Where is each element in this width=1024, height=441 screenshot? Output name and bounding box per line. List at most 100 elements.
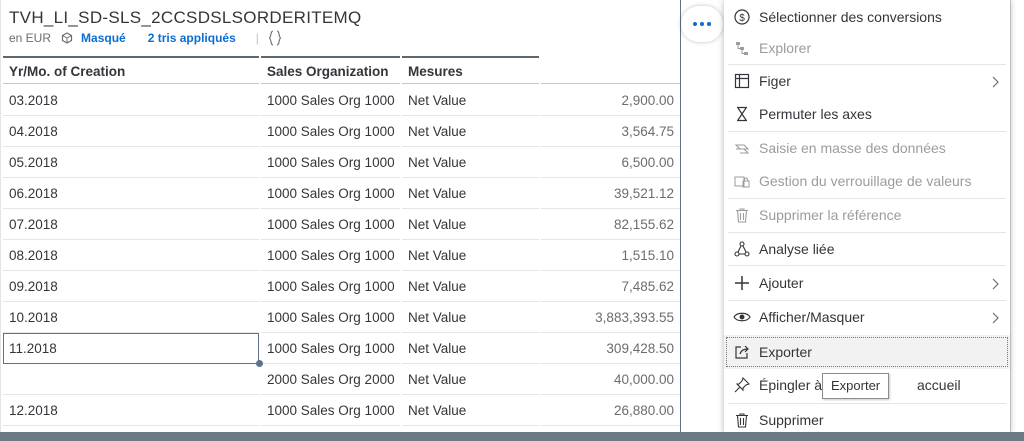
menu-item-select-conversions[interactable]: $ Sélectionner des conversions	[724, 0, 1010, 34]
chevron-right-icon	[990, 277, 1000, 290]
cell-measure[interactable]: Net Value	[402, 302, 539, 333]
cell-date[interactable]	[3, 364, 259, 395]
cell-value[interactable]: 82,155.62	[541, 209, 680, 240]
cell-date[interactable]: 03.2018	[3, 85, 259, 116]
cell-measure[interactable]: Net Value	[402, 147, 539, 178]
dollar-circle-icon: $	[733, 8, 751, 26]
linked-analysis-icon	[733, 240, 751, 258]
cell-measure[interactable]: Net Value	[402, 333, 539, 364]
cell-date[interactable]: 07.2018	[3, 209, 259, 240]
dot-icon	[707, 22, 711, 26]
background-panel	[1010, 0, 1024, 441]
menu-item-remove-reference[interactable]: Supprimer la référence	[724, 198, 1010, 232]
cell-measure[interactable]: Net Value	[402, 271, 539, 302]
table-row: 07.2018 1000 Sales Org 1000 Net Value 82,15…	[1, 209, 680, 240]
trash-icon	[733, 206, 751, 224]
cell-value[interactable]: 3,883,393.55	[541, 302, 680, 333]
menu-item-label: Figer	[759, 73, 791, 89]
cell-sales-org[interactable]: 2000 Sales Org 2000	[261, 364, 400, 395]
eye-icon	[733, 308, 751, 326]
menu-item-label: Afficher/Masquer	[759, 309, 865, 325]
widget-title: TVH_LI_SD-SLS_2CCSDSLSORDERITEMQ	[9, 8, 362, 27]
selection-handle[interactable]	[256, 360, 263, 367]
menu-item-export[interactable]: Exporter	[724, 335, 1010, 369]
more-options-button[interactable]	[681, 6, 723, 42]
cell-value[interactable]: 309,428.50	[541, 333, 680, 364]
cell-value[interactable]: 3,564.75	[541, 116, 680, 147]
menu-item-mass-input[interactable]: Saisie en masse des données	[724, 131, 1010, 165]
sorts-applied-link[interactable]: 2 tris appliqués	[148, 31, 236, 45]
menu-item-linked-analysis[interactable]: Analyse liée	[724, 232, 1010, 266]
cell-sales-org[interactable]: 1000 Sales Org 1000	[261, 302, 400, 333]
cell-measure[interactable]: Net Value	[402, 395, 539, 426]
plus-icon	[733, 274, 751, 292]
table-row: 10.2018 1000 Sales Org 1000 Net Value 3,883…	[1, 302, 680, 333]
cell-measure[interactable]: Net Value	[402, 116, 539, 147]
cell-measure[interactable]: Net Value	[402, 209, 539, 240]
cell-sales-org[interactable]: 1000 Sales Org 1000	[261, 240, 400, 271]
column-header-measures[interactable]: Mesures	[402, 56, 539, 84]
cell-date[interactable]: 06.2018	[3, 178, 259, 209]
cell-date[interactable]: 12.2018	[3, 395, 259, 426]
table-row: 04.2018 1000 Sales Org 1000 Net Value 3,564…	[1, 116, 680, 147]
table-row: 08.2018 1000 Sales Org 1000 Net Value 1,515…	[1, 240, 680, 271]
cell-date[interactable]: 04.2018	[3, 116, 259, 147]
column-header-sales-org[interactable]: Sales Organization	[261, 56, 400, 84]
freeze-table-icon	[733, 72, 751, 90]
table-row: 06.2018 1000 Sales Org 1000 Net Value 39,52…	[1, 178, 680, 209]
export-icon	[733, 343, 751, 361]
cell-measure[interactable]: Net Value	[402, 85, 539, 116]
cube-icon	[61, 32, 73, 44]
cell-sales-org[interactable]: 1000 Sales Org 1000	[261, 85, 400, 116]
cell-sales-org[interactable]: 1000 Sales Org 1000	[261, 271, 400, 302]
cell-value[interactable]: 1,515.10	[541, 240, 680, 271]
cell-sales-org[interactable]: 1000 Sales Org 1000	[261, 178, 400, 209]
braces-icon[interactable]	[267, 30, 283, 46]
menu-item-label: Explorer	[759, 40, 812, 56]
cell-measure[interactable]: Net Value	[402, 178, 539, 209]
hierarchy-icon	[733, 39, 751, 57]
column-header-date[interactable]: Yr/Mo. of Creation	[3, 56, 259, 84]
cell-sales-org[interactable]: 1000 Sales Org 1000	[261, 333, 400, 364]
swap-axes-icon	[733, 105, 751, 123]
cell-date[interactable]: 08.2018	[3, 240, 259, 271]
divider: |	[255, 31, 259, 45]
tooltip: Exporter	[822, 373, 890, 399]
cell-sales-org[interactable]: 1000 Sales Org 1000	[261, 147, 400, 178]
masked-link[interactable]: Masqué	[81, 31, 126, 45]
cell-value[interactable]: 26,880.00	[541, 395, 680, 426]
cell-measure[interactable]: Net Value	[402, 240, 539, 271]
table-row: 11.2018 1000 Sales Org 1000 Net Value 309,4…	[1, 333, 680, 364]
cell-value[interactable]: 7,485.62	[541, 271, 680, 302]
cell-date[interactable]: 11.2018	[3, 333, 259, 364]
menu-item-label: Exporter	[759, 344, 812, 360]
menu-item-value-lock[interactable]: Gestion du verrouillage de valeurs	[724, 164, 1010, 198]
cell-date[interactable]: 05.2018	[3, 147, 259, 178]
table-widget: TVH_LI_SD-SLS_2CCSDSLSORDERITEMQ en EUR …	[0, 0, 681, 441]
chevron-right-icon	[990, 311, 1000, 324]
column-header-value[interactable]	[541, 56, 680, 84]
cell-value[interactable]: 2,900.00	[541, 85, 680, 116]
svg-text:$: $	[739, 13, 745, 24]
cell-value[interactable]: 6,500.00	[541, 147, 680, 178]
menu-item-label: Permuter les axes	[759, 106, 872, 122]
menu-item-freeze[interactable]: Figer	[724, 64, 1010, 98]
menu-item-swap-axes[interactable]: Permuter les axes	[724, 97, 1010, 131]
cell-sales-org[interactable]: 1000 Sales Org 1000	[261, 395, 400, 426]
cell-date[interactable]: 09.2018	[3, 271, 259, 302]
menu-item-show-hide[interactable]: Afficher/Masquer	[724, 300, 1010, 334]
cell-measure[interactable]: Net Value	[402, 364, 539, 395]
chevron-right-icon	[990, 75, 1000, 88]
lock-values-icon	[733, 172, 751, 190]
cell-value[interactable]: 39,521.12	[541, 178, 680, 209]
mass-input-icon	[733, 139, 751, 157]
bottom-bar	[0, 432, 1024, 441]
menu-item-add[interactable]: Ajouter	[724, 266, 1010, 300]
menu-item-explore[interactable]: Explorer	[724, 31, 1010, 65]
table-header: Yr/Mo. of Creation Sales Organization Me…	[1, 56, 680, 84]
table-row: 03.2018 1000 Sales Org 1000 Net Value 2,900…	[1, 85, 680, 116]
cell-sales-org[interactable]: 1000 Sales Org 1000	[261, 209, 400, 240]
cell-date[interactable]: 10.2018	[3, 302, 259, 333]
cell-value[interactable]: 40,000.00	[541, 364, 680, 395]
cell-sales-org[interactable]: 1000 Sales Org 1000	[261, 116, 400, 147]
